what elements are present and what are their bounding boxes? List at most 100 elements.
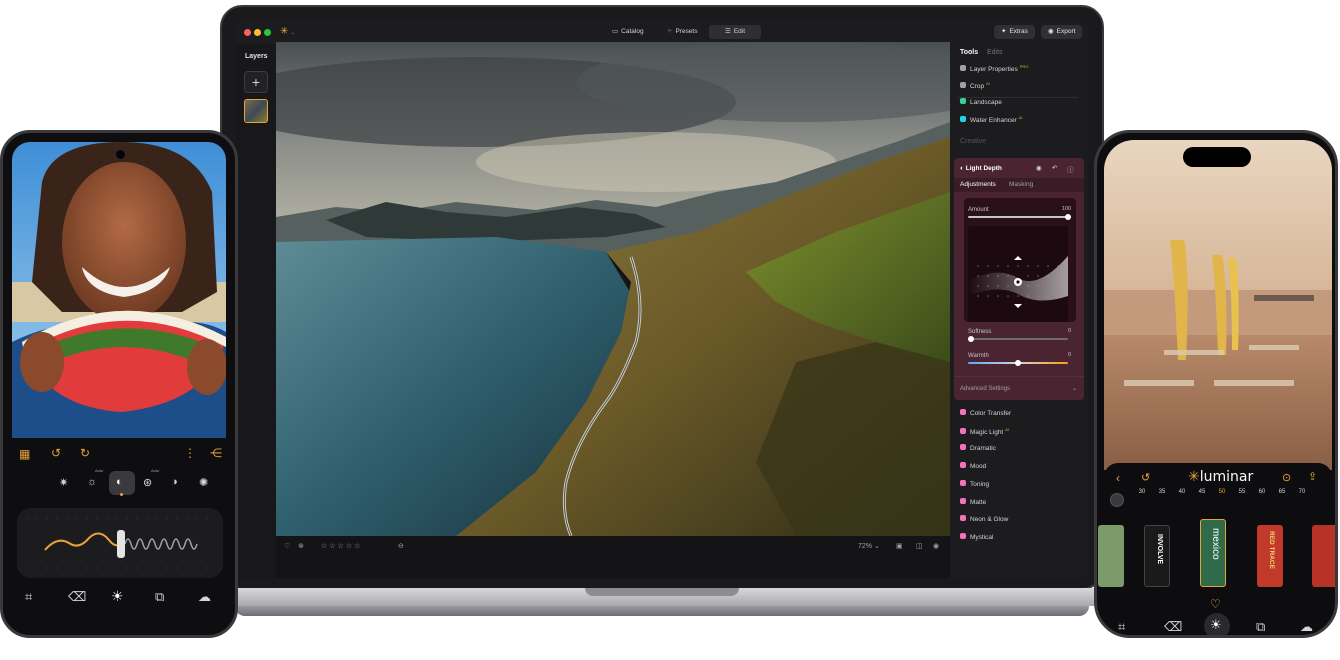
close-window-button[interactable] [244, 29, 251, 36]
softness-slider[interactable] [968, 338, 1068, 340]
tab-edits[interactable]: Edits [987, 49, 1003, 56]
adjust-icon[interactable]: ☀ [111, 588, 124, 605]
sky-icon[interactable]: ☁ [198, 589, 211, 605]
pro-badge: AI [1018, 115, 1023, 120]
film-roll-involve[interactable]: INVOLVE [1144, 525, 1170, 587]
tool-item[interactable]: Neon & Glow [960, 515, 1008, 523]
more-icon[interactable]: ⋮ [184, 446, 196, 460]
share-icon[interactable]: ⇪ [1308, 470, 1317, 483]
tab-presets[interactable]: ⁘ Presets [659, 25, 706, 39]
back-chevron-icon[interactable]: ‹ [1116, 471, 1120, 485]
dial-tick-label: 30 [1138, 489, 1146, 495]
zoom-level[interactable]: 72% ⌄ [858, 542, 880, 550]
crop-icon[interactable]: ⌗ [25, 589, 32, 605]
more-icon[interactable]: ⊙ [1282, 471, 1291, 484]
crop-icon[interactable]: ⌗ [1118, 619, 1125, 635]
tool-item[interactable]: Color Transfer [960, 409, 1011, 417]
folder-icon: ▭ [612, 28, 619, 35]
adjustment-dial[interactable] [17, 508, 223, 578]
reject-icon[interactable]: ⊗ [298, 542, 304, 550]
tab-tools[interactable]: Tools [960, 49, 978, 56]
split-view-icon[interactable]: ◫ [916, 542, 923, 550]
grid-icon[interactable]: ▦ [19, 447, 30, 461]
presets-icon[interactable]: ⧉ [155, 589, 164, 605]
detail-icon[interactable]: ✺ [199, 476, 208, 489]
laptop-screen: ✳ ⌄ ▭ Catalog ⁘ Presets ☰ Edit ✦ Extras ◉ Exp… [236, 20, 1088, 578]
beach-photo[interactable] [1104, 140, 1332, 470]
tool-icon [960, 409, 966, 415]
portrait-photo[interactable] [12, 142, 226, 438]
eraser-icon[interactable]: ⌫ [1164, 619, 1182, 635]
presets-icon[interactable]: ⧉ [1256, 619, 1265, 635]
undo-icon[interactable]: ↺ [51, 446, 61, 460]
film-roll[interactable] [1312, 525, 1335, 587]
dial-knob[interactable] [1110, 493, 1124, 507]
light-icon[interactable]: ☼ [87, 476, 97, 488]
zoom-window-button[interactable] [264, 29, 271, 36]
sky-icon[interactable]: ☁ [1300, 619, 1313, 635]
tab-catalog[interactable]: ▭ Catalog [604, 25, 652, 39]
depth-map-preview[interactable] [968, 226, 1068, 322]
tool-item[interactable]: Landscape [960, 98, 1002, 106]
compare-icon[interactable]: ▣ [896, 542, 903, 550]
tool-icon [960, 515, 966, 522]
minimize-window-button[interactable] [254, 29, 261, 36]
tool-item[interactable]: Water Enhancer AI [960, 115, 1023, 124]
tool-item[interactable]: Crop AI [960, 81, 990, 90]
undo-icon[interactable]: ↺ [1141, 471, 1150, 484]
tab-adjustments[interactable]: Adjustments [960, 181, 996, 188]
warmth-slider-knob[interactable] [1015, 360, 1021, 366]
add-layer-button[interactable]: + [244, 71, 268, 93]
tool-item-label: Toning [970, 480, 990, 488]
info-icon[interactable]: ⓘ [1067, 164, 1074, 174]
intensity-dial[interactable]: 30 35 40 45 50 55 60 65 70 [1132, 489, 1312, 503]
color-label-icon[interactable]: ⊖ [398, 542, 404, 550]
favorite-icon[interactable]: ♡ [1210, 597, 1221, 611]
tool-item[interactable]: Toning [960, 479, 990, 488]
light-depth-title[interactable]: ◐ Light Depth [960, 165, 1002, 172]
chevron-down-icon[interactable]: ⌄ [1072, 385, 1077, 392]
dial-tick-label: 65 [1278, 489, 1286, 495]
film-roll-red-trace[interactable]: RED TRACE [1257, 525, 1283, 587]
preview-eye-icon[interactable]: ◉ [933, 542, 939, 550]
tab-masking[interactable]: Masking [1009, 181, 1033, 188]
color-icon[interactable]: ⊛ [143, 476, 152, 489]
visibility-eye-icon[interactable]: ◉ [1036, 164, 1042, 172]
tool-item[interactable]: Mystical [960, 532, 993, 541]
tool-item[interactable]: Matte [960, 497, 986, 506]
layer-thumbnail[interactable] [244, 99, 268, 123]
eraser-icon[interactable]: ⌫ [68, 589, 86, 605]
tab-edit[interactable]: ☰ Edit [709, 25, 761, 39]
tool-item-label: Crop [970, 83, 985, 91]
share-icon[interactable]: ⋲ [210, 446, 222, 460]
redo-icon[interactable]: ↻ [80, 446, 90, 460]
sliders-icon: ☰ [724, 28, 731, 35]
amount-label: Amount [968, 207, 989, 213]
tool-item[interactable]: Magic Light AI [960, 427, 1009, 436]
amount-slider-knob[interactable] [1065, 214, 1071, 220]
amount-slider[interactable] [968, 216, 1068, 218]
tool-item-label: Mood [970, 463, 987, 471]
tool-item-label: Layer Properties [970, 66, 1018, 74]
extras-button[interactable]: ✦ Extras [994, 25, 1035, 39]
rating-stars[interactable]: ☆☆☆☆☆ [321, 542, 362, 550]
luminar-logo-icon[interactable]: ✳ ⌄ [280, 25, 295, 40]
title-bar: ✳ ⌄ ▭ Catalog ⁘ Presets ☰ Edit ✦ Extras ◉ Exp… [236, 20, 1088, 44]
export-button[interactable]: ◉ Export [1041, 25, 1083, 39]
tool-icon [960, 462, 966, 469]
film-roll-mexico[interactable]: mexico [1200, 519, 1226, 587]
left-phone: ▦ ↺ ↻ ⋮ ⋲ ✷ ☼ Auto ◐ ⊛ Auto ◑ ✺ ⌗ ⌫ ☀ ⧉ … [0, 130, 238, 638]
tool-item[interactable]: Dramatic [960, 444, 996, 452]
tool-item[interactable]: Mood [960, 462, 986, 470]
enhance-icon[interactable]: ✷ [59, 476, 68, 489]
undo-icon[interactable]: ↶ [1052, 164, 1057, 172]
favorite-icon[interactable]: ♡ [284, 542, 290, 550]
main-photo[interactable] [276, 42, 950, 536]
light-depth-icon: ◐ [960, 165, 964, 172]
softness-slider-knob[interactable] [968, 336, 974, 342]
pro-badge: AI [986, 81, 990, 86]
tone-icon[interactable]: ◑ [171, 476, 178, 488]
advanced-settings[interactable]: Advanced Settings [960, 386, 1010, 392]
film-roll[interactable] [1098, 525, 1124, 587]
tool-item[interactable]: Layer Properties PRO [960, 64, 1028, 73]
